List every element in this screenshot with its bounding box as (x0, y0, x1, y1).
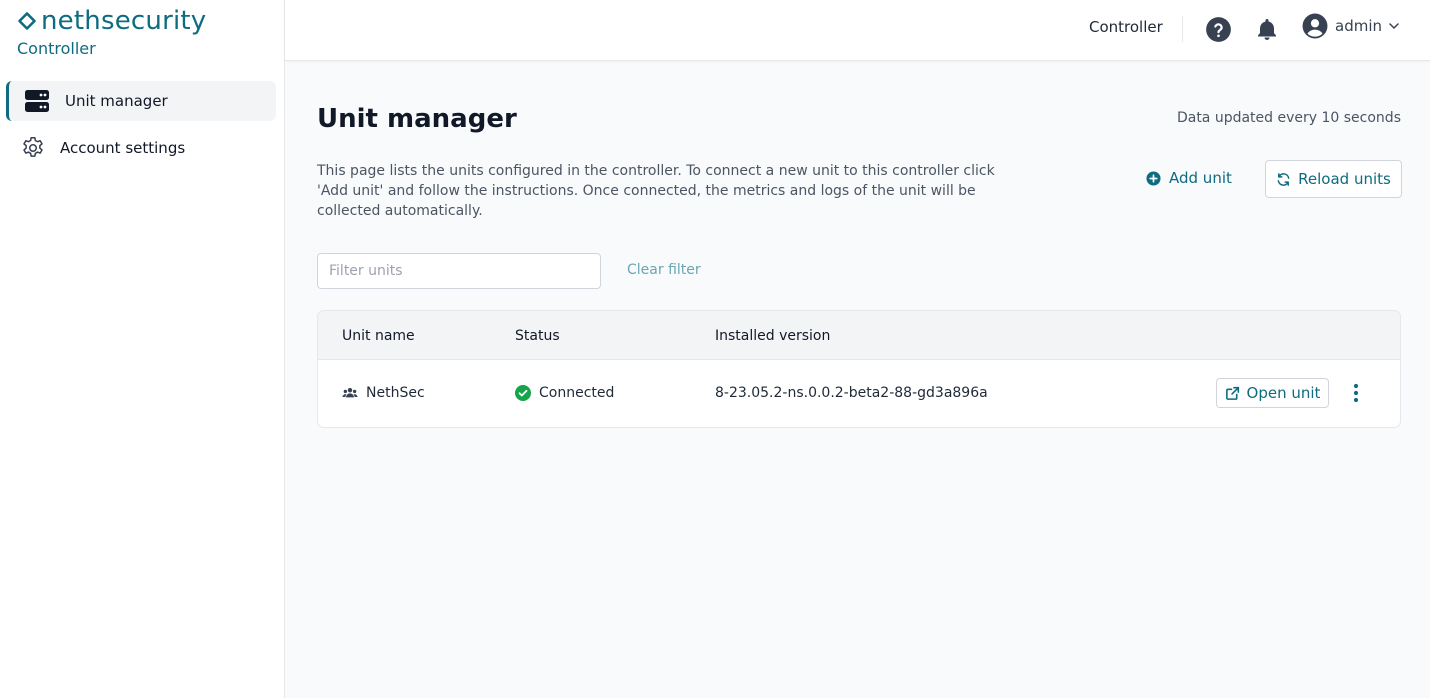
update-notice: Data updated every 10 seconds (1176, 110, 1401, 126)
sidebar-item-account-settings[interactable]: Account settings (6, 128, 276, 168)
units-table: Unit name Status Installed version NethS… (317, 310, 1401, 428)
installed-version-cell: 8-23.05.2-ns.0.0.2-beta2-88-gd3a896a (715, 385, 988, 401)
status-cell: Connected (515, 385, 614, 401)
server-icon (24, 88, 50, 114)
sidebar: nethsecurity Controller Unit manager Acc… (0, 0, 285, 698)
user-circle-icon (1302, 13, 1328, 39)
table-header: Unit name Status Installed version (318, 311, 1400, 360)
page-description: This page lists the units configured in … (317, 163, 995, 219)
add-unit-button[interactable]: Add unit (1146, 169, 1232, 187)
brand-name: nethsecurity (41, 6, 207, 36)
sidebar-item-unit-manager[interactable]: Unit manager (6, 81, 276, 121)
users-icon (342, 387, 358, 398)
column-header-installed-version: Installed version (715, 328, 831, 344)
refresh-icon (1277, 172, 1290, 186)
add-unit-label: Add unit (1169, 169, 1232, 187)
page-title: Unit manager (317, 104, 517, 134)
brand-subtitle: Controller (17, 39, 96, 58)
open-unit-label: Open unit (1246, 384, 1321, 402)
controller-label: Controller (1089, 18, 1163, 36)
plus-circle-icon (1146, 170, 1161, 186)
user-menu[interactable]: admin (1302, 13, 1400, 39)
sidebar-item-label: Unit manager (65, 92, 168, 110)
reload-units-button[interactable]: Reload units (1265, 160, 1402, 198)
gear-icon (20, 135, 46, 161)
top-bar: Controller admin (285, 0, 1430, 61)
filter-units-input[interactable] (317, 253, 601, 289)
sidebar-item-label: Account settings (60, 139, 186, 157)
open-unit-button[interactable]: Open unit (1216, 378, 1329, 408)
column-header-unit-name: Unit name (342, 328, 415, 344)
kebab-menu-icon[interactable] (1348, 383, 1364, 405)
check-circle-icon (515, 385, 531, 401)
status-text: Connected (539, 385, 615, 401)
user-name: admin (1335, 17, 1382, 35)
sidebar-nav: Unit manager Account settings (6, 81, 276, 168)
clear-filter-button[interactable]: Clear filter (627, 262, 701, 278)
brand-logo[interactable]: nethsecurity Controller (17, 6, 206, 59)
diamond-logo-icon (18, 12, 36, 30)
unit-name: NethSec (366, 385, 425, 401)
question-circle-icon[interactable] (1205, 16, 1232, 43)
chevron-down-icon (1389, 23, 1399, 29)
column-header-status: Status (515, 328, 560, 344)
reload-units-label: Reload units (1298, 170, 1391, 188)
bell-icon[interactable] (1255, 16, 1279, 43)
unit-name-cell: NethSec (342, 385, 425, 401)
installed-version: 8-23.05.2-ns.0.0.2-beta2-88-gd3a896a (715, 385, 988, 401)
divider (1182, 16, 1183, 42)
external-link-icon (1225, 386, 1239, 400)
